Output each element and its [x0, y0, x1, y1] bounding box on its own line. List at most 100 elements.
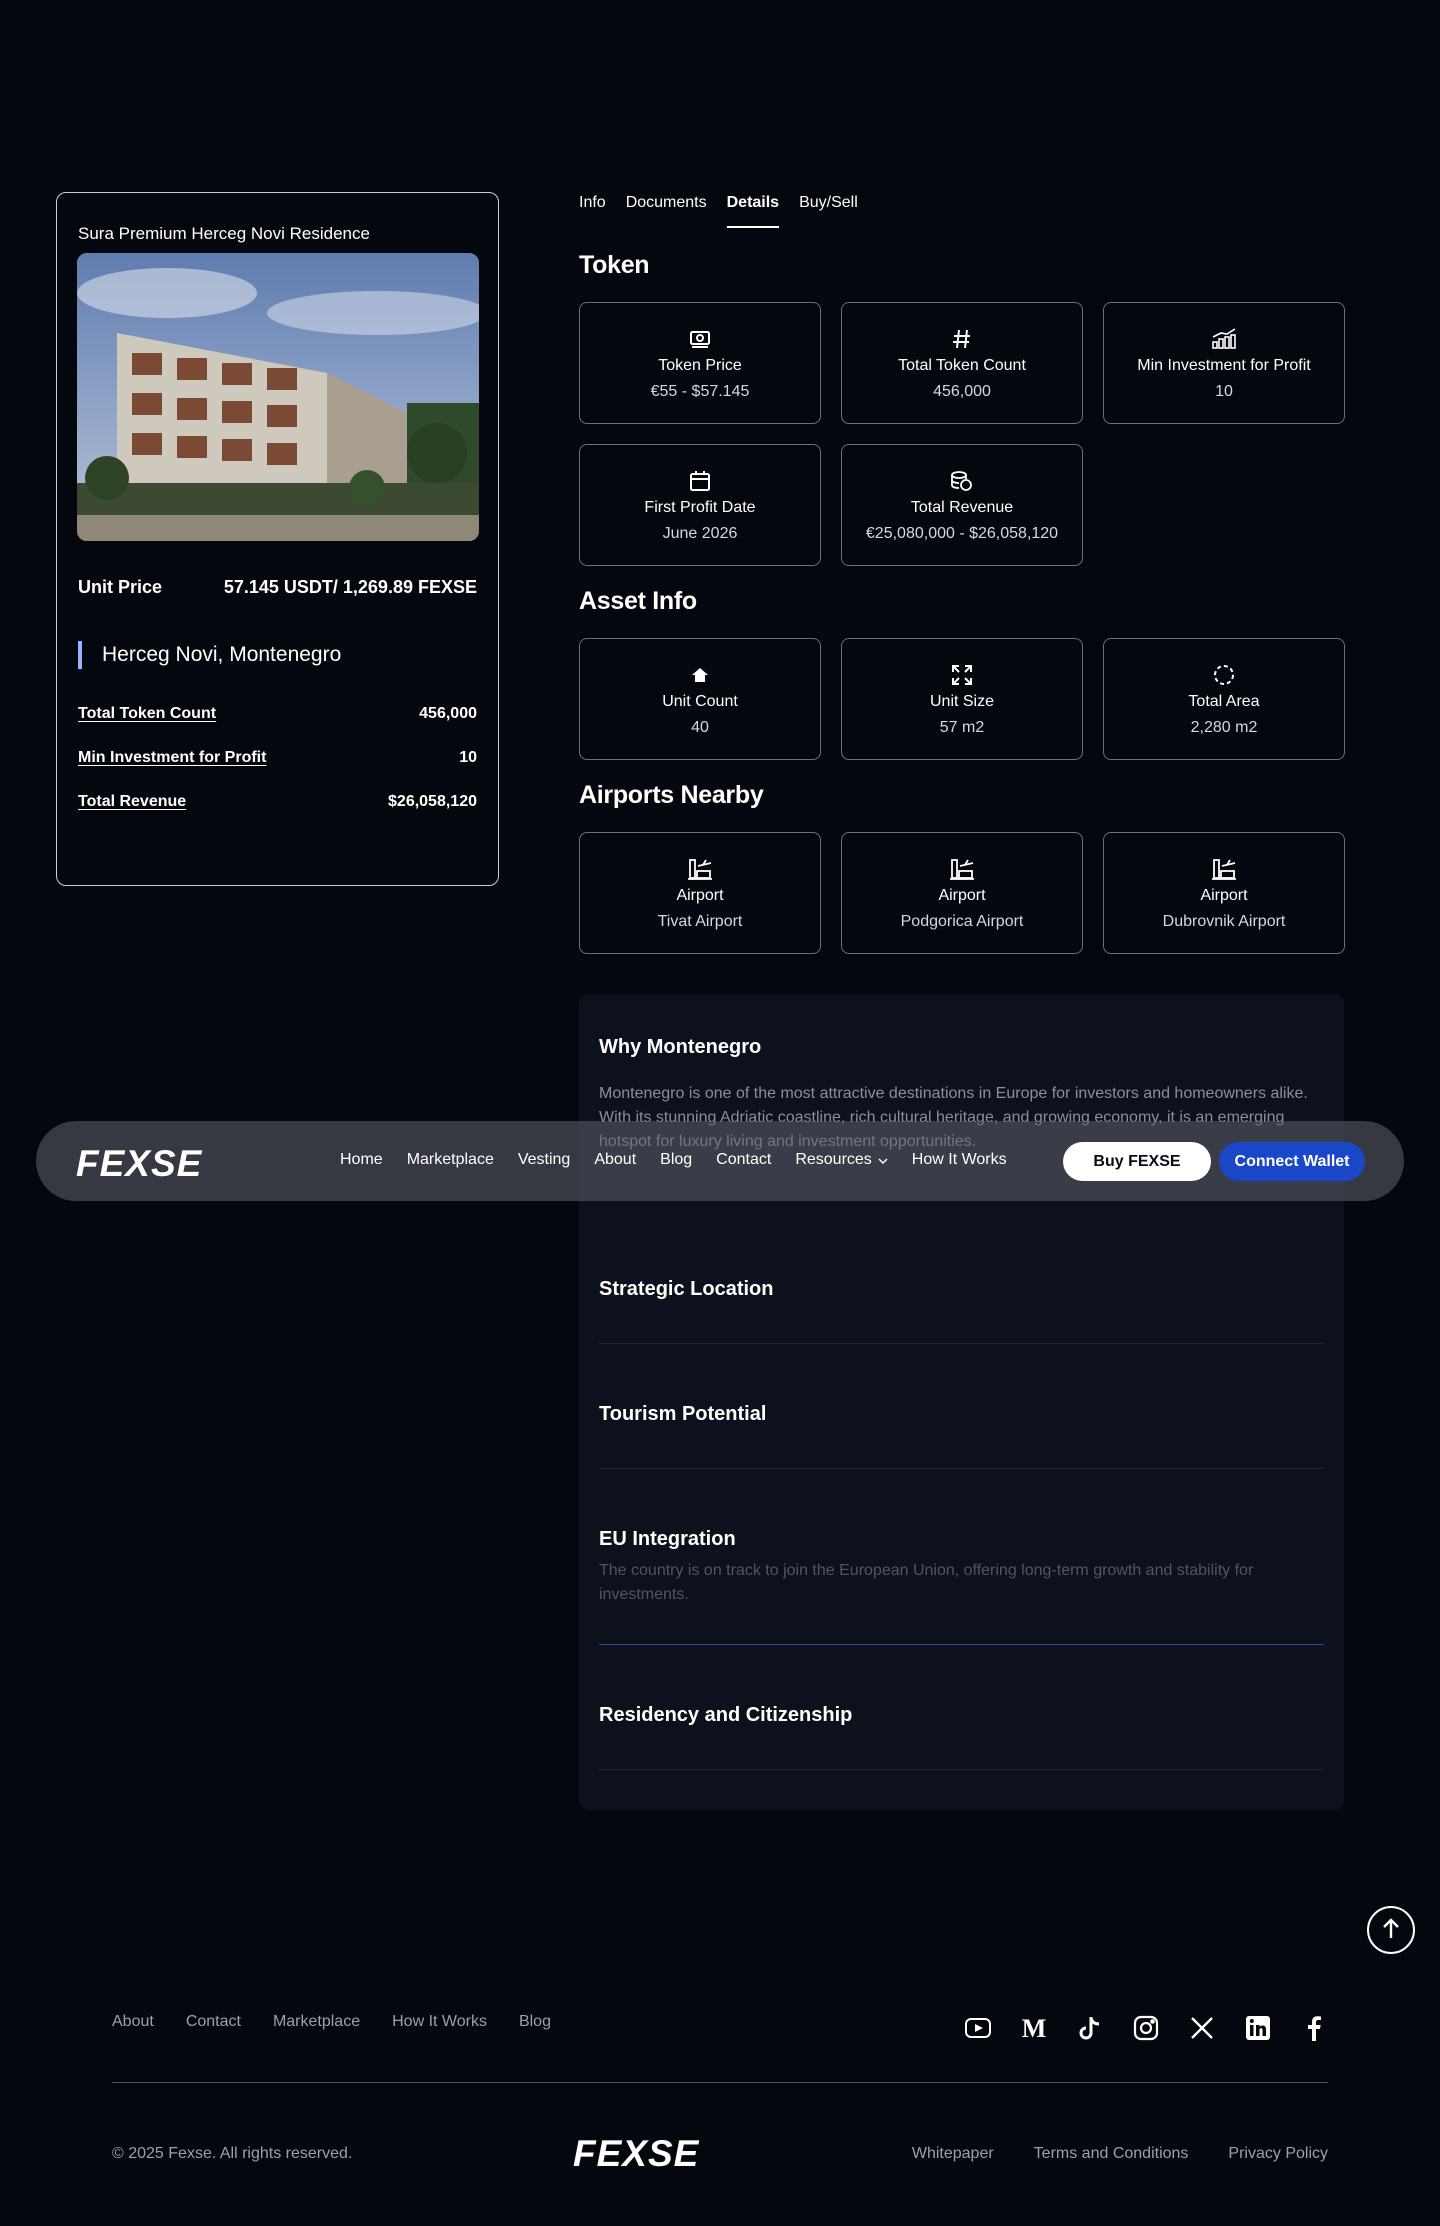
stat-value: €55 - $57.145	[650, 383, 750, 400]
stat-title: Min Investment for Profit	[1137, 357, 1311, 374]
nav-vesting[interactable]: Vesting	[518, 1151, 570, 1169]
accordion-description: The country is on track to join the Euro…	[599, 1562, 1254, 1603]
stat-title: Total Revenue	[910, 499, 1014, 516]
stat-value: 2,280 m2	[1190, 719, 1258, 736]
stat-card-airport: Airport Tivat Airport	[579, 832, 821, 954]
stat-value: June 2026	[662, 525, 738, 542]
nav-resources-label: Resources	[795, 1151, 872, 1168]
linkedin-icon[interactable]	[1242, 2012, 1274, 2044]
tiktok-icon[interactable]	[1074, 2012, 1106, 2044]
copyright-text: © 2025 Fexse. All rights reserved.	[112, 2145, 353, 2162]
airport-icon	[1210, 855, 1238, 883]
property-row-value: 10	[459, 749, 477, 766]
stat-title: Unit Size	[929, 693, 995, 710]
divider-active	[599, 1644, 1324, 1645]
terms-link[interactable]: Terms and Conditions	[1034, 2145, 1189, 2163]
nav-resources[interactable]: Resources	[795, 1151, 888, 1169]
footer-links: About Contact Marketplace How It Works B…	[112, 2013, 551, 2031]
unit-price-label: Unit Price	[78, 577, 163, 597]
unit-price-row: Unit Price 57.145 USDT/ 1,269.89 FEXSE	[78, 577, 477, 598]
medium-icon[interactable]: M	[1018, 2012, 1050, 2044]
stat-title: Airport	[938, 887, 986, 904]
property-row: Min Investment for Profit 10	[78, 749, 477, 767]
property-row-label[interactable]: Total Token Count	[78, 705, 216, 723]
nav-how-it-works[interactable]: How It Works	[912, 1151, 1007, 1169]
privacy-link[interactable]: Privacy Policy	[1228, 2145, 1328, 2163]
property-row: Total Revenue $26,058,120	[78, 793, 477, 811]
stat-card-min-investment: Min Investment for Profit 10	[1103, 302, 1345, 424]
why-montenegro-panel: Why Montenegro Montenegro is one of the …	[579, 994, 1344, 1810]
stat-card-airport: Airport Podgorica Airport	[841, 832, 1083, 954]
footer-link-how-it-works[interactable]: How It Works	[392, 2013, 487, 2031]
accordion-strategic-location[interactable]: Strategic Location	[599, 1278, 1324, 1301]
stat-card-unit-size: Unit Size 57 m2	[841, 638, 1083, 760]
calendar-icon	[686, 467, 714, 495]
nav-marketplace[interactable]: Marketplace	[407, 1151, 494, 1169]
stat-card-total-revenue: Total Revenue €25,080,000 - $26,058,120	[841, 444, 1083, 566]
accordion-tourism-potential[interactable]: Tourism Potential	[599, 1403, 1324, 1426]
nav-home[interactable]: Home	[340, 1151, 383, 1169]
stat-value: Podgorica Airport	[900, 913, 1024, 930]
nav-blog[interactable]: Blog	[660, 1151, 692, 1169]
banknote-icon	[686, 325, 714, 353]
divider	[599, 1343, 1324, 1344]
accordion-eu-integration[interactable]: EU Integration The country is on track t…	[599, 1528, 1324, 1607]
footer-link-contact[interactable]: Contact	[186, 2013, 241, 2031]
stat-value: Tivat Airport	[657, 913, 743, 930]
stat-value: 456,000	[933, 383, 991, 400]
coins-icon	[948, 467, 976, 495]
property-row-label[interactable]: Min Investment for Profit	[78, 749, 266, 767]
accordion-residency-citizenship[interactable]: Residency and Citizenship	[599, 1704, 1324, 1727]
footer-link-about[interactable]: About	[112, 2013, 154, 2031]
asset-info-heading: Asset Info	[579, 587, 697, 615]
tab-details[interactable]: Details	[726, 194, 780, 228]
token-heading: Token	[579, 251, 650, 279]
accordion-title: Strategic Location	[599, 1278, 774, 1300]
property-row-value: 456,000	[419, 705, 477, 722]
stat-card-token-price: Token Price €55 - $57.145	[579, 302, 821, 424]
property-row: Total Token Count 456,000	[78, 705, 477, 723]
footer-logo[interactable]: FEXSE	[573, 2133, 699, 2175]
facebook-icon[interactable]	[1298, 2012, 1330, 2044]
accordion-title: EU Integration	[599, 1528, 736, 1550]
connect-wallet-button[interactable]: Connect Wallet	[1219, 1142, 1365, 1181]
accordion-title: Residency and Citizenship	[599, 1704, 853, 1726]
fexse-logo[interactable]: FEXSE	[76, 1143, 202, 1185]
scroll-to-top-button[interactable]	[1367, 1906, 1415, 1954]
airports-heading: Airports Nearby	[579, 781, 764, 809]
stat-title: Unit Count	[662, 693, 738, 710]
stat-value: 10	[1215, 383, 1233, 400]
buy-fexse-button[interactable]: Buy FEXSE	[1063, 1142, 1211, 1181]
instagram-icon[interactable]	[1130, 2012, 1162, 2044]
chart-icon	[1210, 325, 1238, 353]
youtube-icon[interactable]	[962, 2012, 994, 2044]
tab-documents[interactable]: Documents	[626, 194, 707, 228]
stat-title: Airport	[1200, 887, 1248, 904]
chevron-down-icon	[878, 1151, 888, 1169]
footer-link-marketplace[interactable]: Marketplace	[273, 2013, 360, 2031]
tab-buy-sell[interactable]: Buy/Sell	[799, 194, 858, 228]
stat-value: Dubrovnik Airport	[1162, 913, 1286, 930]
stat-value: 40	[691, 719, 709, 736]
stat-title: Total Area	[1188, 693, 1260, 710]
stat-title: First Profit Date	[644, 499, 756, 516]
unit-price-value: 57.145 USDT/ 1,269.89 FEXSE	[223, 577, 477, 597]
x-icon[interactable]	[1186, 2012, 1218, 2044]
footer-divider	[112, 2082, 1328, 2083]
nav-about[interactable]: About	[594, 1151, 636, 1169]
property-row-label[interactable]: Total Revenue	[78, 793, 186, 811]
stat-value: €25,080,000 - $26,058,120	[865, 525, 1059, 542]
property-image	[77, 253, 479, 541]
tab-info[interactable]: Info	[579, 194, 606, 228]
airport-icon	[686, 855, 714, 883]
property-title: Sura Premium Herceg Novi Residence	[78, 224, 370, 243]
arrow-up-icon	[1382, 1917, 1400, 1944]
dashed-circle-icon	[1210, 661, 1238, 689]
nav-contact[interactable]: Contact	[716, 1151, 771, 1169]
stat-title: Token Price	[658, 357, 742, 374]
why-montenegro-title: Why Montenegro	[599, 1036, 762, 1058]
stat-title: Total Token Count	[898, 357, 1026, 374]
property-card: Sura Premium Herceg Novi Residence Unit …	[56, 192, 499, 886]
footer-link-blog[interactable]: Blog	[519, 2013, 551, 2031]
whitepaper-link[interactable]: Whitepaper	[912, 2145, 994, 2163]
